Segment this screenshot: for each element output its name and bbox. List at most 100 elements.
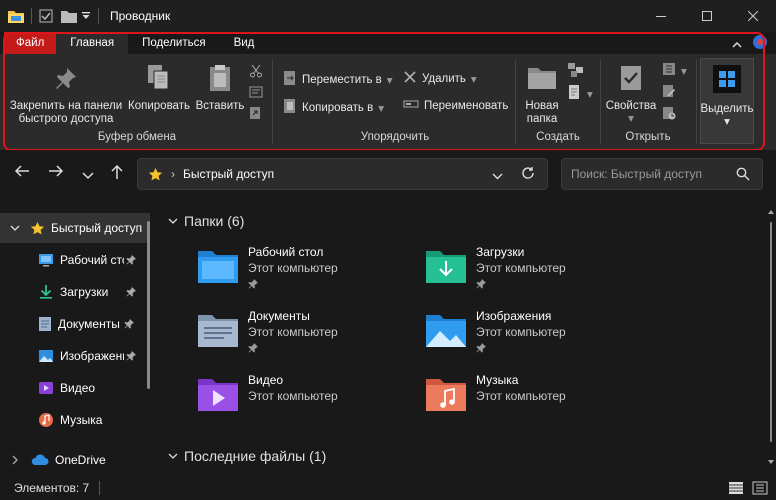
chevron-right-icon[interactable]: [12, 455, 19, 465]
select-button[interactable]: Выделить ▾: [700, 58, 754, 144]
pin-quick-access-button[interactable]: Закрепить на панели быстрого доступа: [6, 60, 126, 126]
maximize-button[interactable]: [684, 0, 730, 32]
recent-locations-icon[interactable]: [82, 167, 94, 185]
sidebar-item-documents[interactable]: Документы: [0, 309, 150, 339]
desktop-folder-icon: [196, 247, 240, 287]
pin-icon: [248, 278, 258, 292]
dropdown-arrow-icon: ▾: [628, 113, 634, 125]
address-path[interactable]: Быстрый доступ: [183, 167, 274, 181]
folders-section-header[interactable]: Папки (6): [168, 213, 244, 229]
sidebar-scrollbar[interactable]: [147, 221, 150, 389]
folder-videos[interactable]: Видео Этот компьютер: [196, 373, 416, 429]
back-arrow-icon[interactable]: [14, 164, 30, 183]
edit-icon: [662, 84, 676, 101]
move-to-icon: [283, 70, 297, 89]
move-to-label: Переместить в: [302, 73, 382, 86]
properties-button[interactable]: Свойства ▾: [604, 60, 658, 126]
properties-icon: [619, 60, 643, 96]
move-to-button[interactable]: Переместить в ▾: [283, 70, 393, 89]
rename-button[interactable]: Переименовать: [403, 98, 508, 113]
content-scrollbar[interactable]: [768, 208, 774, 468]
copy-button[interactable]: Копировать: [128, 60, 190, 113]
refresh-icon[interactable]: [521, 166, 535, 183]
paste-shortcut-button[interactable]: [249, 106, 261, 123]
sidebar-item-pictures[interactable]: Изображения: [0, 341, 150, 371]
folder-downloads[interactable]: Загрузки Этот компьютер: [424, 245, 644, 301]
copy-path-button[interactable]: [249, 86, 263, 101]
sidebar-item-videos[interactable]: Видео: [0, 373, 150, 403]
customize-quick-access-icon[interactable]: [81, 11, 91, 21]
new-folder-button[interactable]: Новая папка: [520, 60, 564, 126]
pin-icon[interactable]: [124, 319, 134, 329]
address-history-icon[interactable]: [492, 169, 503, 183]
document-icon: [38, 316, 52, 332]
chevron-down-icon[interactable]: [10, 225, 20, 232]
paste-button[interactable]: Вставить: [194, 60, 246, 113]
search-box[interactable]: Поиск: Быстрый доступ: [561, 158, 763, 190]
pin-icon[interactable]: [126, 351, 136, 361]
properties-quick-icon[interactable]: [39, 9, 53, 23]
sidebar-item-label: Видео: [60, 381, 96, 395]
tab-home[interactable]: Главная: [56, 32, 129, 54]
folder-music[interactable]: Музыка Этот компьютер: [424, 373, 644, 429]
pin-icon[interactable]: [126, 287, 136, 297]
address-bar[interactable]: › Быстрый доступ: [137, 158, 548, 190]
pin-icon: [476, 342, 486, 356]
dropdown-arrow-icon: ▾: [470, 73, 477, 86]
breadcrumb-chevron-icon: ›: [171, 167, 175, 181]
forward-arrow-icon[interactable]: [48, 164, 64, 183]
history-icon: [662, 106, 676, 123]
folder-documents[interactable]: Документы Этот компьютер: [196, 309, 416, 365]
cut-button[interactable]: [249, 64, 263, 81]
new-folder-icon: [527, 60, 557, 96]
chevron-down-icon: [168, 218, 178, 224]
tab-share[interactable]: Поделиться: [128, 32, 220, 54]
close-button[interactable]: [730, 0, 776, 32]
recent-files-header-label: Последние файлы (1): [184, 448, 327, 464]
status-bar: Элементов: 7: [0, 476, 776, 500]
folder-location: Этот компьютер: [248, 389, 338, 403]
collapse-ribbon-icon[interactable]: [732, 37, 742, 51]
large-icons-view-icon[interactable]: [752, 481, 768, 498]
video-icon: [38, 381, 54, 395]
help-icon[interactable]: [752, 34, 768, 53]
search-input[interactable]: Поиск: Быстрый доступ: [571, 167, 702, 181]
sidebar-item-desktop[interactable]: Рабочий стол: [0, 245, 150, 275]
open-button[interactable]: ▾: [662, 62, 687, 79]
minimize-button[interactable]: [638, 0, 684, 32]
up-arrow-icon[interactable]: [110, 164, 124, 185]
new-item-button[interactable]: [567, 62, 585, 81]
download-icon: [38, 284, 54, 300]
recent-files-section-header[interactable]: Последние файлы (1): [168, 448, 326, 464]
new-folder-label-line1: Новая: [525, 100, 559, 112]
sidebar-item-quick-access[interactable]: Быстрый доступ: [0, 213, 150, 243]
folder-name: Документы: [248, 309, 310, 323]
history-button[interactable]: [662, 106, 676, 123]
paste-icon: [207, 60, 233, 96]
search-icon[interactable]: [736, 167, 750, 184]
new-folder-quick-icon[interactable]: [61, 10, 77, 23]
delete-button[interactable]: Удалить ▾: [403, 70, 477, 87]
create-group-label: Создать: [536, 131, 580, 143]
tab-view[interactable]: Вид: [220, 32, 269, 54]
edit-button[interactable]: [662, 84, 676, 101]
sidebar-item-music[interactable]: Музыка: [0, 405, 150, 435]
details-view-icon[interactable]: [728, 481, 744, 498]
ribbon-separator: [600, 60, 601, 144]
sidebar-item-downloads[interactable]: Загрузки: [0, 277, 150, 307]
tab-file[interactable]: Файл: [4, 32, 57, 54]
chevron-down-icon: [168, 453, 178, 459]
sidebar-item-label: OneDrive: [55, 453, 106, 467]
pin-icon[interactable]: [126, 255, 136, 265]
folder-pictures[interactable]: Изображения Этот компьютер: [424, 309, 644, 365]
select-label: Выделить: [700, 103, 754, 115]
folder-name: Изображения: [476, 309, 552, 323]
sidebar-item-label: Изображения: [60, 349, 124, 363]
copy-to-button[interactable]: Копировать в ▾: [283, 98, 384, 117]
sidebar-item-onedrive[interactable]: OneDrive: [0, 445, 150, 475]
videos-folder-icon: [196, 375, 240, 415]
cloud-icon: [31, 454, 49, 466]
folder-desktop[interactable]: Рабочий стол Этот компьютер: [196, 245, 416, 301]
easy-access-button[interactable]: ▾: [568, 84, 593, 103]
delete-label: Удалить: [422, 72, 466, 85]
